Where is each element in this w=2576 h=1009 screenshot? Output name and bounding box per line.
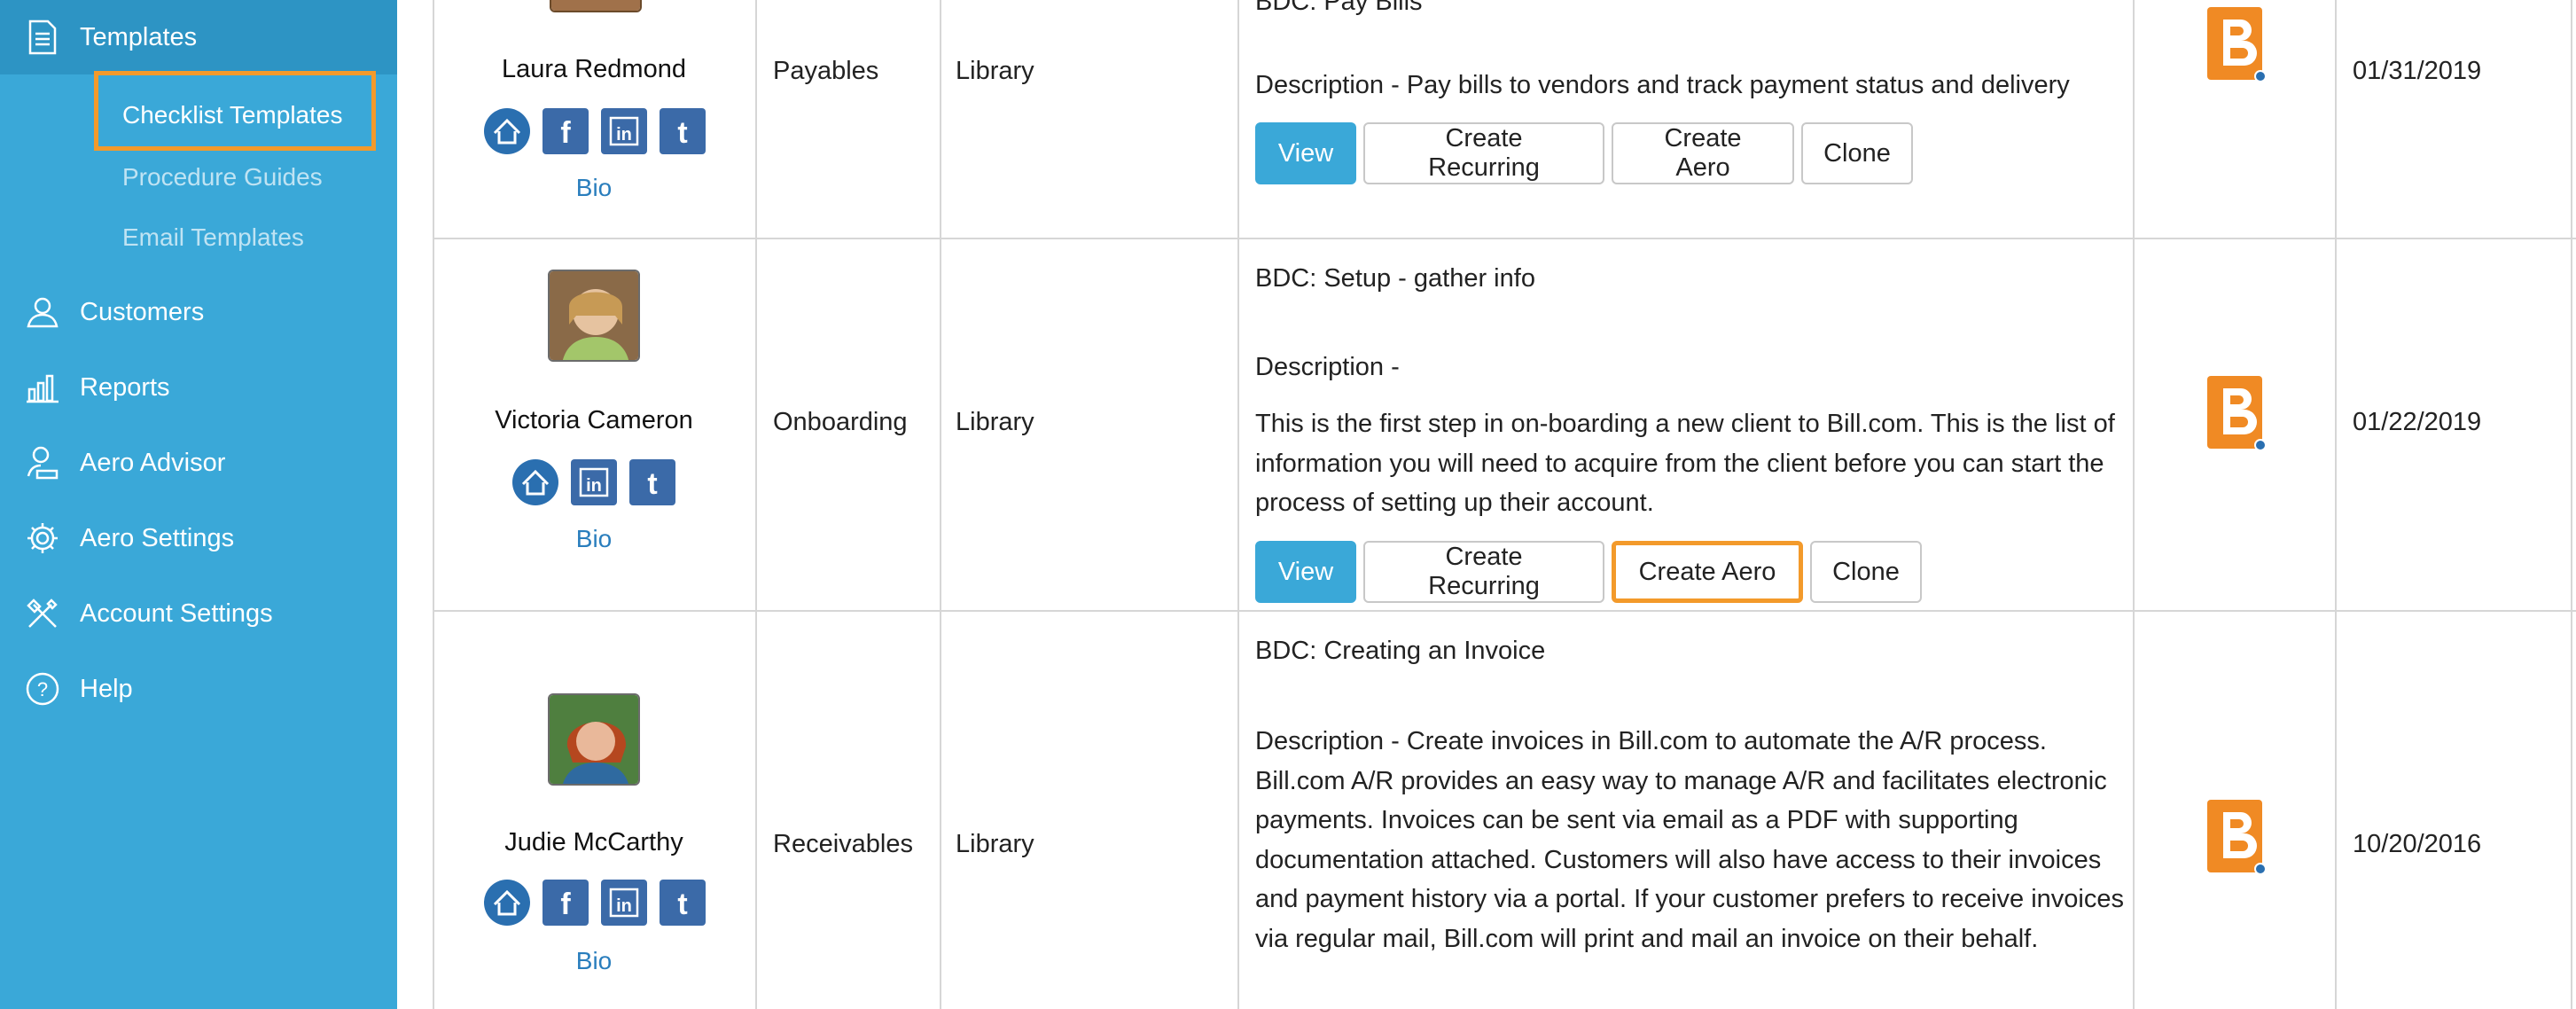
author-name: Victoria Cameron: [495, 406, 693, 434]
nav-procedure-guides[interactable]: Procedure Guides: [122, 151, 323, 204]
nav-account-settings-label: Account Settings: [80, 598, 273, 628]
nav-help-label: Help: [80, 674, 133, 703]
template-description: Description - Create invoices in Bill.co…: [1255, 727, 2124, 953]
table-border-right: [2571, 0, 2572, 1009]
avatar: [548, 693, 640, 786]
linkedin-icon[interactable]: in: [601, 108, 647, 154]
document-icon: [23, 18, 62, 57]
bio-link[interactable]: Bio: [434, 525, 753, 553]
social-links: f in t: [484, 108, 706, 154]
tools-icon: [23, 594, 62, 633]
template-description: Description - Pay bills to vendors and t…: [1255, 71, 2070, 99]
nav-aero-settings-label: Aero Settings: [80, 523, 235, 552]
col-divider-1: [755, 0, 757, 1009]
category-cell: Onboarding: [773, 408, 908, 436]
bill-com-logo-icon: [2207, 376, 2267, 451]
home-social-icon[interactable]: [484, 880, 530, 926]
col-divider-3: [1237, 0, 1239, 1009]
nav-customers-label: Customers: [80, 297, 205, 326]
template-description: Description -: [1255, 353, 1400, 381]
view-button[interactable]: View: [1255, 541, 1356, 603]
social-links: f in t: [484, 880, 706, 926]
row-divider-1: [433, 238, 2576, 239]
settings-gear-icon: [23, 519, 62, 558]
template-title: BDC: Creating an Invoice: [1255, 637, 1546, 665]
author-name: Judie McCarthy: [504, 828, 683, 856]
reports-icon: [23, 368, 62, 407]
social-links: in t: [512, 459, 675, 505]
avatar: [550, 0, 642, 12]
modified-date: 10/20/2016: [2353, 830, 2482, 858]
template-title: BDC: Pay Bills: [1255, 0, 1423, 16]
home-social-icon[interactable]: [512, 459, 558, 505]
create-recurring-button[interactable]: Create Recurring: [1363, 122, 1604, 184]
facebook-icon[interactable]: f: [543, 880, 589, 926]
col-divider-2: [940, 0, 941, 1009]
svg-text:f: f: [560, 888, 571, 919]
template-title: BDC: Setup - gather info: [1255, 264, 1535, 293]
nav-templates[interactable]: Templates: [0, 9, 397, 66]
bio-link[interactable]: Bio: [434, 174, 753, 202]
twitter-icon[interactable]: t: [629, 459, 675, 505]
facebook-icon[interactable]: f: [543, 108, 589, 154]
clone-button[interactable]: Clone: [1801, 122, 1913, 184]
linkedin-icon[interactable]: in: [571, 459, 617, 505]
svg-text:t: t: [677, 116, 687, 147]
nav-help[interactable]: ? Help: [0, 661, 397, 717]
modified-date: 01/31/2019: [2353, 57, 2482, 85]
nav-aero-advisor[interactable]: Aero Advisor: [0, 434, 397, 491]
view-button[interactable]: View: [1255, 122, 1356, 184]
template-actions: View Create Recurring Create Aero Clone: [1255, 541, 1922, 603]
col-divider-5: [2335, 0, 2337, 1009]
svg-text:t: t: [647, 467, 657, 498]
bio-link[interactable]: Bio: [434, 947, 753, 975]
nav-aero-settings[interactable]: Aero Settings: [0, 510, 397, 567]
nav-aero-advisor-label: Aero Advisor: [80, 448, 226, 477]
nav-checklist-templates[interactable]: Checklist Templates: [122, 89, 342, 142]
customers-icon: [23, 293, 62, 332]
sidebar: Templates Checklist Templates Procedure …: [0, 0, 397, 1009]
source-cell: Library: [956, 830, 1034, 858]
svg-text:?: ?: [37, 678, 48, 700]
source-cell: Library: [956, 57, 1034, 85]
bill-com-logo-icon: [2207, 800, 2267, 875]
nav-email-templates[interactable]: Email Templates: [122, 211, 304, 264]
create-aero-button[interactable]: Create Aero: [1612, 541, 1803, 603]
nav-reports-label: Reports: [80, 372, 170, 402]
nav-templates-label: Templates: [80, 22, 198, 51]
svg-text:f: f: [560, 116, 571, 147]
author-name: Laura Redmond: [502, 55, 686, 83]
clone-button[interactable]: Clone: [1810, 541, 1922, 603]
avatar: [548, 270, 640, 362]
nav-customers[interactable]: Customers: [0, 284, 397, 340]
template-actions: View Create Recurring Create Aero Clone: [1255, 122, 1913, 184]
nav-email-templates-label: Email Templates: [122, 223, 304, 251]
nav-account-settings[interactable]: Account Settings: [0, 585, 397, 642]
source-cell: Library: [956, 408, 1034, 436]
nav-checklist-templates-label: Checklist Templates: [122, 101, 343, 129]
bill-com-logo-icon: [2207, 7, 2267, 82]
template-description-body: This is the first step in on-boarding a …: [1255, 410, 2115, 517]
modified-date: 01/22/2019: [2353, 408, 2482, 436]
nav-reports[interactable]: Reports: [0, 359, 397, 416]
home-social-icon[interactable]: [484, 108, 530, 154]
aero-advisor-icon: [23, 443, 62, 482]
linkedin-icon[interactable]: in: [601, 880, 647, 926]
create-aero-button[interactable]: Create Aero: [1612, 122, 1794, 184]
col-divider-4: [2133, 0, 2135, 1009]
svg-text:in: in: [616, 125, 632, 145]
category-cell: Payables: [773, 57, 879, 85]
twitter-icon[interactable]: t: [660, 880, 706, 926]
category-cell: Receivables: [773, 830, 913, 858]
help-icon: ?: [23, 669, 62, 708]
svg-text:t: t: [677, 888, 687, 919]
svg-text:in: in: [586, 476, 602, 496]
nav-procedure-guides-label: Procedure Guides: [122, 163, 323, 191]
row-divider-2: [433, 610, 2576, 612]
create-recurring-button[interactable]: Create Recurring: [1363, 541, 1604, 603]
svg-text:in: in: [616, 896, 632, 916]
table-border-left: [433, 0, 434, 1009]
twitter-icon[interactable]: t: [660, 108, 706, 154]
